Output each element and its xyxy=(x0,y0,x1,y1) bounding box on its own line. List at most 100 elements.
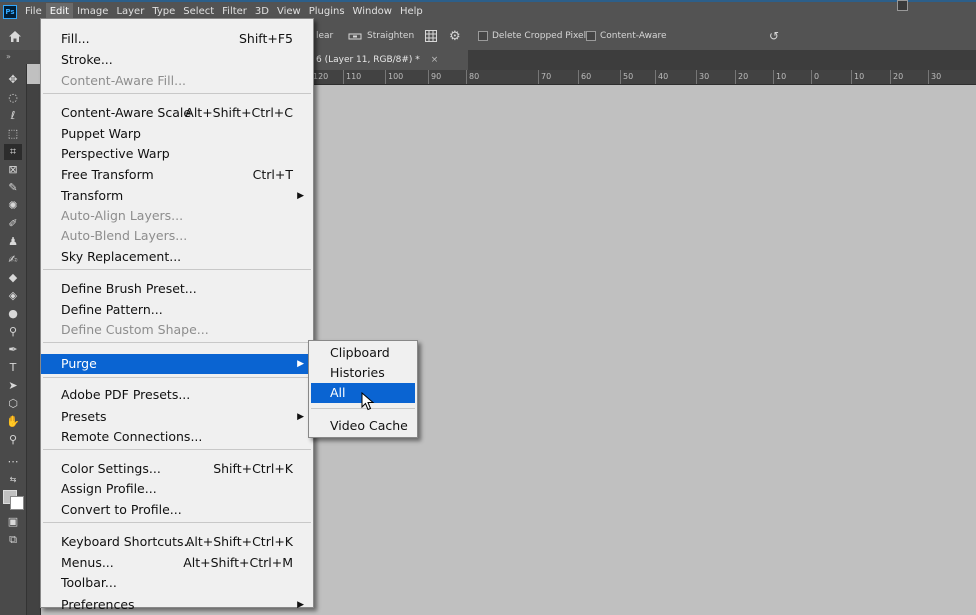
blur-tool-icon[interactable]: ● xyxy=(4,306,22,322)
menu-window[interactable]: Window xyxy=(349,3,396,21)
screen-mode-icon[interactable]: ⧉ xyxy=(4,532,22,548)
marquee-tool-icon[interactable]: ◌ xyxy=(4,90,22,106)
ruler-label: 30 xyxy=(699,72,710,81)
shape-tool-icon[interactable]: ⬡ xyxy=(4,396,22,412)
submenu-arrow-icon: ▶ xyxy=(297,600,304,610)
settings-button[interactable]: ⚙ xyxy=(449,22,461,50)
menu-item-convert-to-profile[interactable]: Convert to Profile... xyxy=(41,500,313,520)
menu-separator xyxy=(43,449,311,450)
menu-item-purge[interactable]: Purge ▶ xyxy=(41,354,313,374)
zoom-tool-icon[interactable]: ⚲ xyxy=(4,432,22,448)
submenu-arrow-icon: ▶ xyxy=(297,359,304,369)
menu-help[interactable]: Help xyxy=(396,3,427,21)
menu-item-remote-connections[interactable]: Remote Connections... xyxy=(41,427,313,447)
dodge-tool-icon[interactable]: ⚲ xyxy=(4,324,22,340)
pen-tool-icon[interactable]: ✒ xyxy=(4,342,22,358)
close-icon[interactable]: × xyxy=(431,55,439,65)
type-tool-icon[interactable]: T xyxy=(4,360,22,376)
quick-mask-icon[interactable]: ▣ xyxy=(4,514,22,530)
vertical-ruler xyxy=(26,84,41,615)
menu-item-label: Content-Aware Scale xyxy=(61,105,192,120)
straighten-button[interactable]: Straighten xyxy=(348,22,414,50)
frame-tool-icon[interactable]: ⊠ xyxy=(4,162,22,178)
ruler-label: 110 xyxy=(346,72,362,81)
eyedropper-tool-icon[interactable]: ✎ xyxy=(4,180,22,196)
document-tab[interactable]: 6 (Layer 11, RGB/8#) * × xyxy=(312,50,468,70)
hand-tool-icon[interactable]: ✋ xyxy=(4,414,22,430)
ruler-tick xyxy=(385,70,386,84)
menu-item-menus[interactable]: Menus... Alt+Shift+Ctrl+M xyxy=(41,553,313,573)
lasso-tool-icon[interactable]: ℓ xyxy=(4,108,22,124)
ruler-tick xyxy=(343,70,344,84)
paint-bucket-tool-icon[interactable]: ◈ xyxy=(4,288,22,304)
swap-colors-icon[interactable]: ⇆ xyxy=(4,472,22,488)
path-selection-tool-icon[interactable]: ➤ xyxy=(4,378,22,394)
ruler-label: 70 xyxy=(541,72,552,81)
menu-item-color-settings[interactable]: Color Settings... Shift+Ctrl+K xyxy=(41,459,313,479)
menu-separator xyxy=(43,522,311,523)
menu-item-transform[interactable]: Transform ▶ xyxy=(41,186,313,206)
menu-item-keyboard-shortcuts[interactable]: Keyboard Shortcuts... Alt+Shift+Ctrl+K xyxy=(41,532,313,552)
submenu-item-histories[interactable]: Histories xyxy=(311,363,415,383)
panel-collapse-arrows[interactable]: » xyxy=(0,50,40,64)
menu-item-stroke[interactable]: Stroke... xyxy=(41,50,313,70)
healing-brush-tool-icon[interactable]: ✺ xyxy=(4,198,22,214)
content-aware-checkbox[interactable]: Content-Aware xyxy=(586,22,667,50)
menu-item-perspective-warp[interactable]: Perspective Warp xyxy=(41,144,313,164)
menu-item-label: Fill... xyxy=(61,31,90,46)
reset-button[interactable]: ↺ xyxy=(769,22,779,50)
menu-item-presets[interactable]: Presets ▶ xyxy=(41,407,313,427)
menu-item-label: Preferences xyxy=(61,597,135,612)
menu-item-toolbar[interactable]: Toolbar... xyxy=(41,573,313,593)
menu-item-auto-blend-layers: Auto-Blend Layers... xyxy=(41,226,313,246)
tools-panel: ✥ ◌ ℓ ⬚ ⌗ ⊠ ✎ ✺ ✐ ♟ ✍ ◆ ◈ ● ⚲ ✒ T ➤ ⬡ ✋ … xyxy=(0,64,27,615)
history-brush-tool-icon[interactable]: ✍ xyxy=(4,252,22,268)
straighten-label: Straighten xyxy=(367,31,415,41)
menu-item-label: Keyboard Shortcuts... xyxy=(61,534,196,549)
crop-tool-icon[interactable]: ⌗ xyxy=(4,144,22,160)
more-tools-icon[interactable]: ⋯ xyxy=(4,454,22,470)
purge-submenu: Clipboard Histories All Video Cache xyxy=(308,340,418,438)
clear-button[interactable]: lear xyxy=(316,22,333,50)
menu-item-define-brush-preset[interactable]: Define Brush Preset... xyxy=(41,279,313,299)
ruler-label: 10 xyxy=(776,72,787,81)
home-button[interactable] xyxy=(8,22,22,50)
menu-item-label: Convert to Profile... xyxy=(61,502,182,517)
submenu-item-clipboard[interactable]: Clipboard xyxy=(311,343,415,363)
ruler-tick xyxy=(428,70,429,84)
window-restore-button[interactable] xyxy=(897,0,908,11)
menu-item-content-aware-scale[interactable]: Content-Aware Scale Alt+Shift+Ctrl+C xyxy=(41,103,313,123)
ruler-label: 80 xyxy=(469,72,480,81)
ruler-tick xyxy=(620,70,621,84)
menu-item-adobe-pdf-presets[interactable]: Adobe PDF Presets... xyxy=(41,385,313,405)
ruler-tick xyxy=(928,70,929,84)
brush-tool-icon[interactable]: ✐ xyxy=(4,216,22,232)
clone-stamp-tool-icon[interactable]: ♟ xyxy=(4,234,22,250)
menu-item-label: Toolbar... xyxy=(61,575,117,590)
menu-item-label: Puppet Warp xyxy=(61,126,141,141)
eraser-tool-icon[interactable]: ◆ xyxy=(4,270,22,286)
quick-select-tool-icon[interactable]: ⬚ xyxy=(4,126,22,142)
menu-item-puppet-warp[interactable]: Puppet Warp xyxy=(41,124,313,144)
submenu-item-video-cache[interactable]: Video Cache xyxy=(311,416,415,436)
delete-cropped-pixels-checkbox[interactable]: Delete Cropped Pixels xyxy=(478,22,591,50)
ruler-tick xyxy=(735,70,736,84)
submenu-arrow-icon: ▶ xyxy=(297,412,304,422)
background-color-swatch[interactable] xyxy=(10,496,24,510)
menu-item-shortcut: Shift+Ctrl+K xyxy=(213,461,293,476)
grid-overlay-button[interactable] xyxy=(425,22,437,50)
content-aware-label: Content-Aware xyxy=(600,31,667,41)
menu-item-define-pattern[interactable]: Define Pattern... xyxy=(41,300,313,320)
menu-item-assign-profile[interactable]: Assign Profile... xyxy=(41,479,313,499)
move-tool-icon[interactable]: ✥ xyxy=(4,72,22,88)
menu-item-fill[interactable]: Fill... Shift+F5 xyxy=(41,29,313,49)
checkbox-icon xyxy=(478,31,488,41)
menu-item-preferences[interactable]: Preferences ▶ xyxy=(41,595,313,615)
ruler-label: 50 xyxy=(623,72,634,81)
menu-item-label: Menus... xyxy=(61,555,114,570)
menu-item-label: Assign Profile... xyxy=(61,481,157,496)
menu-item-sky-replacement[interactable]: Sky Replacement... xyxy=(41,247,313,267)
menu-item-free-transform[interactable]: Free Transform Ctrl+T xyxy=(41,165,313,185)
photoshop-logo-icon: Ps xyxy=(3,5,17,19)
menu-item-define-custom-shape: Define Custom Shape... xyxy=(41,320,313,340)
